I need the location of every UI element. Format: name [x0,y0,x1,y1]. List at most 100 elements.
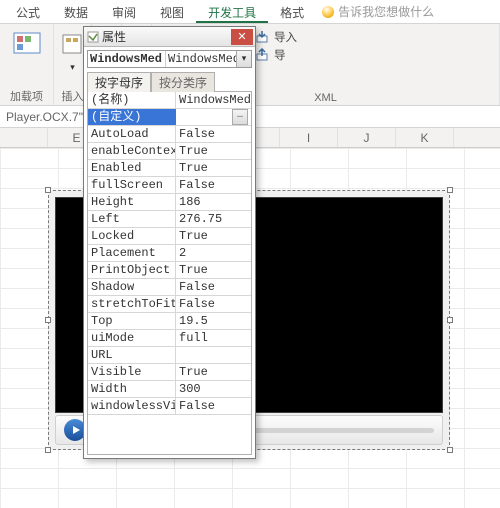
prop-name: fullScreen [88,177,176,193]
prop-row-fullscreen[interactable]: fullScreenFalse [88,177,251,194]
col-I[interactable]: I [280,128,338,147]
group-addins-label: 加载项 [6,88,47,104]
prop-value[interactable]: False [176,398,251,414]
prop-value[interactable]: 300 [176,381,251,397]
xml-export[interactable]: 导 [250,46,301,64]
tab-format[interactable]: 格式 [268,0,316,23]
prop-row-shadow[interactable]: ShadowFalse [88,279,251,296]
insert-button[interactable]: ▾ [60,28,85,75]
prop-name: AutoLoad [88,126,176,142]
prop-row-height[interactable]: Height186 [88,194,251,211]
prop-row-名称[interactable]: (名称)WindowsMedi [88,92,251,109]
tab-review[interactable]: 审阅 [100,0,148,23]
group-addins: 加载项 [0,24,54,105]
dd-type: WindowsMedi [166,51,236,67]
resize-e[interactable] [447,317,453,323]
prop-row-locked[interactable]: LockedTrue [88,228,251,245]
prop-value[interactable]: False [176,177,251,193]
prop-row-left[interactable]: Left276.75 [88,211,251,228]
col-J[interactable]: J [338,128,396,147]
xml-import[interactable]: 导入 [250,28,301,46]
tab-data[interactable]: 数据 [52,0,100,23]
prop-row-enabled[interactable]: EnabledTrue [88,160,251,177]
tell-me-text: 告诉我您想做什么 [338,3,434,20]
prop-value[interactable]: True [176,262,251,278]
addins-button[interactable] [6,28,47,62]
propwin-title-text: 属性 [102,28,126,45]
prop-name: Placement [88,245,176,261]
propwin-object-dropdown[interactable]: WindowsMed WindowsMedi ▾ [87,50,252,68]
prop-row-width[interactable]: Width300 [88,381,251,398]
propwin-icon [84,31,102,43]
prop-value[interactable]: False [176,296,251,312]
chevron-down-icon[interactable]: ▾ [236,51,251,67]
tab-categorized[interactable]: 按分类序 [151,72,215,92]
prop-value[interactable]: True [176,143,251,159]
export-icon [254,47,270,63]
col-blank[interactable] [0,128,48,147]
prop-value[interactable]: True [176,228,251,244]
col-K[interactable]: K [396,128,454,147]
prop-value[interactable]: 186 [176,194,251,210]
prop-value[interactable]: True [176,364,251,380]
prop-row-url[interactable]: URL [88,347,251,364]
prop-name: uiMode [88,330,176,346]
prop-name: (名称) [88,92,176,108]
resize-ne[interactable] [447,187,453,193]
prop-value[interactable] [176,347,251,363]
prop-value[interactable]: … [176,109,251,125]
addins-icon [12,30,42,60]
prop-name: stretchToFit [88,296,176,312]
prop-row-uimode[interactable]: uiModefull [88,330,251,347]
prop-value[interactable]: True [176,160,251,176]
prop-name: windowlessVi [88,398,176,414]
prop-name: PrintObject [88,262,176,278]
group-insert-label: 插入 [60,88,85,104]
prop-row-visible[interactable]: VisibleTrue [88,364,251,381]
prop-name: Enabled [88,160,176,176]
prop-name: Visible [88,364,176,380]
prop-value[interactable]: False [176,279,251,295]
prop-name: Width [88,381,176,397]
resize-w[interactable] [45,317,51,323]
prop-name: Locked [88,228,176,244]
prop-value[interactable]: full [176,330,251,346]
resize-nw[interactable] [45,187,51,193]
prop-row-stretchtofit[interactable]: stretchToFitFalse [88,296,251,313]
prop-row-placement[interactable]: Placement2 [88,245,251,262]
import-icon [254,29,270,45]
prop-name: Height [88,194,176,210]
bulb-icon [322,6,334,18]
prop-value[interactable]: 19.5 [176,313,251,329]
prop-name: URL [88,347,176,363]
resize-sw[interactable] [45,447,51,453]
prop-row-自定义[interactable]: (自定义) … [88,109,251,126]
prop-name: Shadow [88,279,176,295]
prop-row-top[interactable]: Top19.5 [88,313,251,330]
prop-row-autoload[interactable]: AutoLoadFalse [88,126,251,143]
prop-name: (自定义) [88,109,176,125]
properties-window[interactable]: 属性 ✕ WindowsMed WindowsMedi ▾ 按字母序 按分类序 … [83,26,256,459]
resize-se[interactable] [447,447,453,453]
prop-row-windowlessvi[interactable]: windowlessViFalse [88,398,251,415]
prop-value[interactable]: False [176,126,251,142]
prop-name: Top [88,313,176,329]
tab-formulas[interactable]: 公式 [4,0,52,23]
tab-view[interactable]: 视图 [148,0,196,23]
prop-row-printobject[interactable]: PrintObjectTrue [88,262,251,279]
prop-name: enableContex [88,143,176,159]
prop-value[interactable]: WindowsMedi [176,92,251,108]
prop-value[interactable]: 276.75 [176,211,251,227]
properties-grid[interactable]: (名称)WindowsMedi(自定义)…AutoLoadFalseenable… [87,91,252,455]
name-box[interactable]: Player.OCX.7" [6,110,83,124]
propwin-titlebar[interactable]: 属性 ✕ [84,27,255,47]
tell-me[interactable]: 告诉我您想做什么 [316,0,440,23]
tab-alphabetic[interactable]: 按字母序 [87,72,151,92]
dd-name: WindowsMed [88,51,166,67]
prop-value[interactable]: 2 [176,245,251,261]
tab-developer[interactable]: 开发工具 [196,0,268,23]
prop-row-enablecontex[interactable]: enableContexTrue [88,143,251,160]
propwin-tabs: 按字母序 按分类序 [87,71,252,91]
propwin-close[interactable]: ✕ [231,29,253,45]
ellipsis-button[interactable]: … [232,109,248,125]
